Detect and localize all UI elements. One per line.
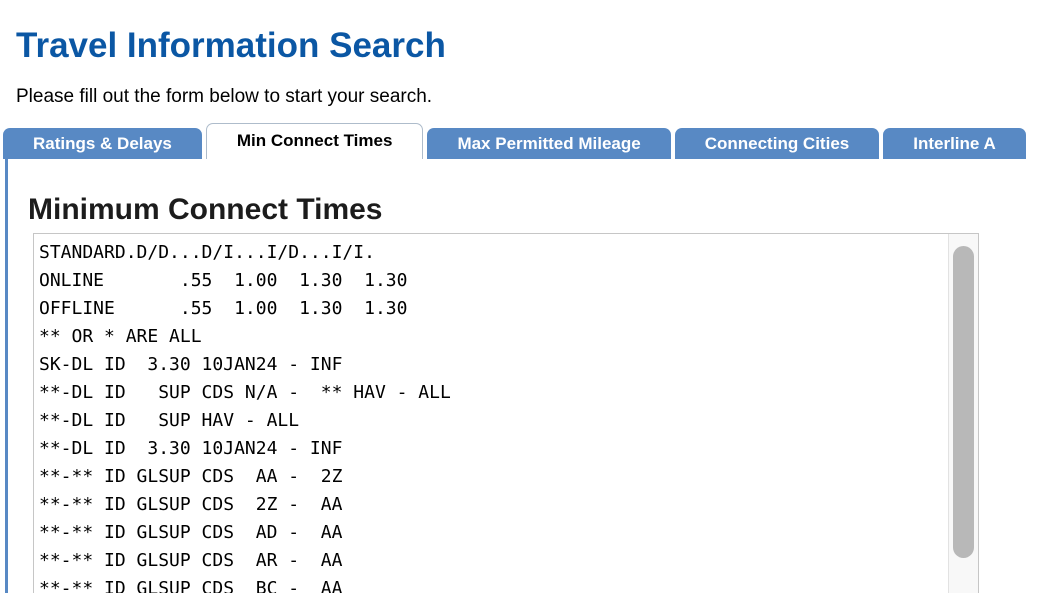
tab-panel-min-connect-times: Minimum Connect Times STANDARD.D/D...D/I… <box>5 159 1043 593</box>
scrollbar-track[interactable] <box>948 234 978 593</box>
tab-bar: Ratings & Delays Min Connect Times Max P… <box>3 123 1043 159</box>
page-subtitle: Please fill out the form below to start … <box>16 86 1043 108</box>
tab-max-permitted-mileage[interactable]: Max Permitted Mileage <box>427 128 670 159</box>
tab-ratings-delays[interactable]: Ratings & Delays <box>3 128 202 159</box>
page-title: Travel Information Search <box>16 26 1043 66</box>
min-connect-times-output-text[interactable]: STANDARD.D/D...D/I...I/D...I/I. ONLINE .… <box>34 234 948 593</box>
section-heading: Minimum Connect Times <box>28 195 1043 225</box>
tab-min-connect-times[interactable]: Min Connect Times <box>206 123 424 159</box>
min-connect-times-output-box: STANDARD.D/D...D/I...I/D...I/I. ONLINE .… <box>33 233 979 593</box>
tab-interline-agreements[interactable]: Interline A <box>883 128 1026 159</box>
scrollbar-thumb[interactable] <box>953 246 974 558</box>
tab-connecting-cities[interactable]: Connecting Cities <box>675 128 880 159</box>
